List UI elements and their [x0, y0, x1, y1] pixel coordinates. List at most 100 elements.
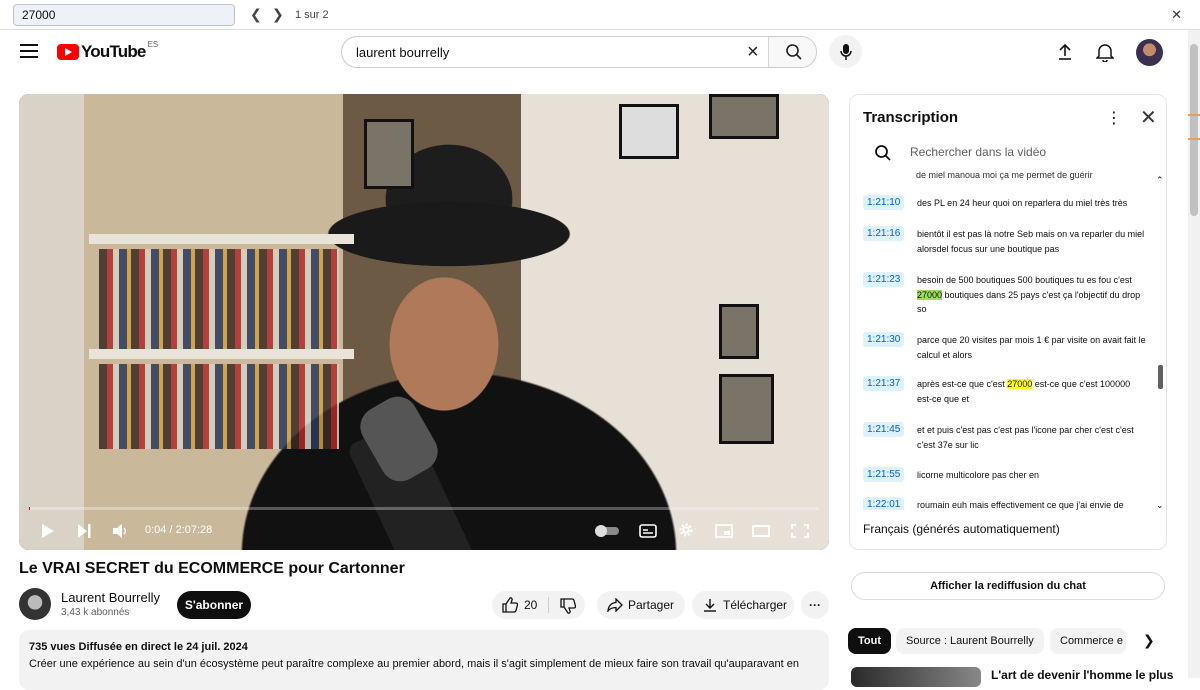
logo-text: YouTube	[81, 42, 146, 62]
page-scrollbar[interactable]	[1188, 30, 1200, 678]
recommendation-thumbnail[interactable]	[851, 667, 981, 687]
segment-timestamp[interactable]: 1:21:55	[863, 467, 904, 482]
transcript-scrollbar-thumb[interactable]	[1158, 365, 1163, 389]
chip-all[interactable]: Tout	[848, 628, 891, 654]
search-input[interactable]: laurent bourrelly	[356, 45, 449, 60]
transcript-list[interactable]: de miel manoua moi ça me permet de guéri…	[850, 170, 1150, 510]
segment-text: besoin de 500 boutiques 500 boutiques tu…	[917, 273, 1147, 317]
subtitles-icon[interactable]	[639, 524, 657, 538]
download-icon	[703, 598, 717, 612]
next-icon[interactable]	[75, 524, 93, 538]
shelf	[89, 234, 354, 244]
settings-icon[interactable]	[677, 522, 695, 538]
segment-timestamp[interactable]: 1:21:30	[863, 332, 904, 347]
fullscreen-icon[interactable]	[791, 524, 809, 538]
segment-text: parce que 20 visites par mois 1 € par vi…	[917, 333, 1147, 362]
like-count: 20	[524, 591, 537, 619]
transcript-search-input[interactable]: Rechercher dans la vidéo	[910, 145, 1046, 159]
description-box[interactable]: 735 vues Diffusée en direct le 24 juil. …	[19, 630, 829, 690]
masthead: YouTube ES laurent bourrelly ×	[0, 30, 1188, 76]
transcript-panel: Transcription ⋮ ✕ Rechercher dans la vid…	[849, 94, 1167, 550]
menu-icon[interactable]	[20, 44, 38, 58]
search-button[interactable]	[768, 37, 817, 67]
find-match-marker	[1188, 114, 1200, 116]
find-highlight: 27000	[1007, 379, 1032, 389]
books	[99, 364, 339, 449]
volume-icon[interactable]	[112, 524, 130, 538]
wall-frame	[709, 94, 779, 139]
progress-bar[interactable]	[29, 507, 819, 510]
wall-frame	[619, 104, 679, 159]
share-label: Partager	[628, 591, 674, 619]
close-icon[interactable]: ✕	[1171, 7, 1182, 23]
segment-timestamp[interactable]: 1:21:45	[863, 422, 904, 437]
wall-frame	[364, 119, 414, 189]
transcript-language[interactable]: Français (générés automatiquement)	[863, 522, 1060, 536]
video-player[interactable]: 0:04 / 2:07:28	[19, 94, 829, 550]
time-display: 0:04 / 2:07:28	[145, 524, 212, 536]
share-button[interactable]: Partager	[597, 591, 685, 619]
segment-text: des PL en 24 heur quoi on reparlera du m…	[917, 196, 1147, 211]
chat-replay-button[interactable]: Afficher la rediffusion du chat	[851, 572, 1165, 600]
find-input[interactable]: 27000	[13, 4, 235, 26]
segment-text: après est-ce que c'est 27000 est-ce que …	[917, 377, 1147, 406]
dislike-icon[interactable]	[560, 598, 576, 614]
search-box[interactable]: laurent bourrelly ×	[341, 36, 817, 68]
share-icon	[607, 598, 623, 612]
search-icon	[785, 43, 803, 61]
miniplayer-icon[interactable]	[715, 524, 733, 538]
theater-mode-icon[interactable]	[752, 524, 770, 538]
segment-text: bientôt il est pas là notre Seb mais on …	[917, 227, 1147, 256]
transcript-title: Transcription	[863, 109, 958, 126]
segment-text: et et puis c'est pas c'est pas l'icone p…	[917, 423, 1147, 452]
find-highlight: 27000	[917, 290, 942, 300]
account-avatar[interactable]	[1136, 39, 1163, 66]
segment-timestamp[interactable]: 1:22:01	[863, 497, 904, 510]
segment-timestamp[interactable]: 1:21:16	[863, 226, 904, 241]
close-icon[interactable]: ✕	[1140, 105, 1157, 130]
transcript-cut-line: de miel manoua moi ça me permet de guéri…	[916, 170, 1093, 180]
chevron-up-icon[interactable]: ⌃	[1156, 175, 1164, 186]
segment-text: licorne multicolore pas cher en	[917, 468, 1147, 483]
find-count: 1 sur 2	[295, 9, 329, 21]
segment-timestamp[interactable]: 1:21:37	[863, 376, 904, 391]
chip-commerce[interactable]: Commerce e	[1050, 628, 1126, 654]
clear-icon[interactable]: ×	[747, 41, 759, 64]
like-dislike-group: 20	[492, 591, 585, 619]
books	[99, 249, 339, 349]
youtube-logo[interactable]: YouTube ES	[57, 42, 158, 62]
description-text: Créer une expérience au sein d'un écosys…	[29, 657, 819, 671]
more-icon: ···	[809, 598, 821, 612]
more-vert-icon[interactable]: ⋮	[1106, 108, 1122, 128]
find-bar: 27000 ❮ ❯ 1 sur 2 ✕	[0, 0, 1200, 30]
search-icon	[874, 144, 892, 162]
channel-name[interactable]: Laurent Bourrelly	[61, 590, 160, 605]
more-actions-button[interactable]: ···	[801, 591, 829, 619]
chevron-left-icon[interactable]: ❮	[250, 6, 262, 23]
play-icon[interactable]	[39, 524, 57, 538]
voice-search-button[interactable]	[829, 35, 862, 68]
bell-icon[interactable]	[1096, 42, 1114, 62]
segment-timestamp[interactable]: 1:21:10	[863, 195, 904, 210]
subscribe-button[interactable]: S'abonner	[177, 591, 251, 619]
chevron-down-icon[interactable]: ⌄	[1156, 500, 1164, 511]
chevron-right-icon[interactable]: ❯	[1143, 632, 1155, 649]
chip-source[interactable]: Source : Laurent Bourrelly	[896, 628, 1044, 654]
transcript-scrollbar[interactable]: ⌃ ⌄	[1156, 175, 1164, 515]
download-label: Télécharger	[723, 591, 787, 619]
chevron-right-icon[interactable]: ❯	[272, 6, 284, 23]
find-match-marker	[1188, 138, 1200, 140]
recommendation-title[interactable]: L'art de devenir l'homme le plus	[991, 668, 1173, 682]
wall-frame	[719, 304, 759, 359]
like-icon[interactable]	[502, 597, 518, 613]
microphone-icon	[839, 43, 853, 61]
download-button[interactable]: Télécharger	[692, 591, 794, 619]
page-scrollbar-thumb[interactable]	[1190, 44, 1198, 216]
wall-frame	[719, 374, 774, 444]
autoplay-toggle-icon[interactable]	[594, 524, 620, 538]
shelf	[89, 349, 354, 359]
channel-avatar[interactable]	[19, 588, 51, 620]
upload-icon[interactable]	[1057, 43, 1073, 61]
video-title: Le VRAI SECRET du ECOMMERCE pour Cartonn…	[19, 560, 405, 578]
segment-timestamp[interactable]: 1:21:23	[863, 272, 904, 287]
